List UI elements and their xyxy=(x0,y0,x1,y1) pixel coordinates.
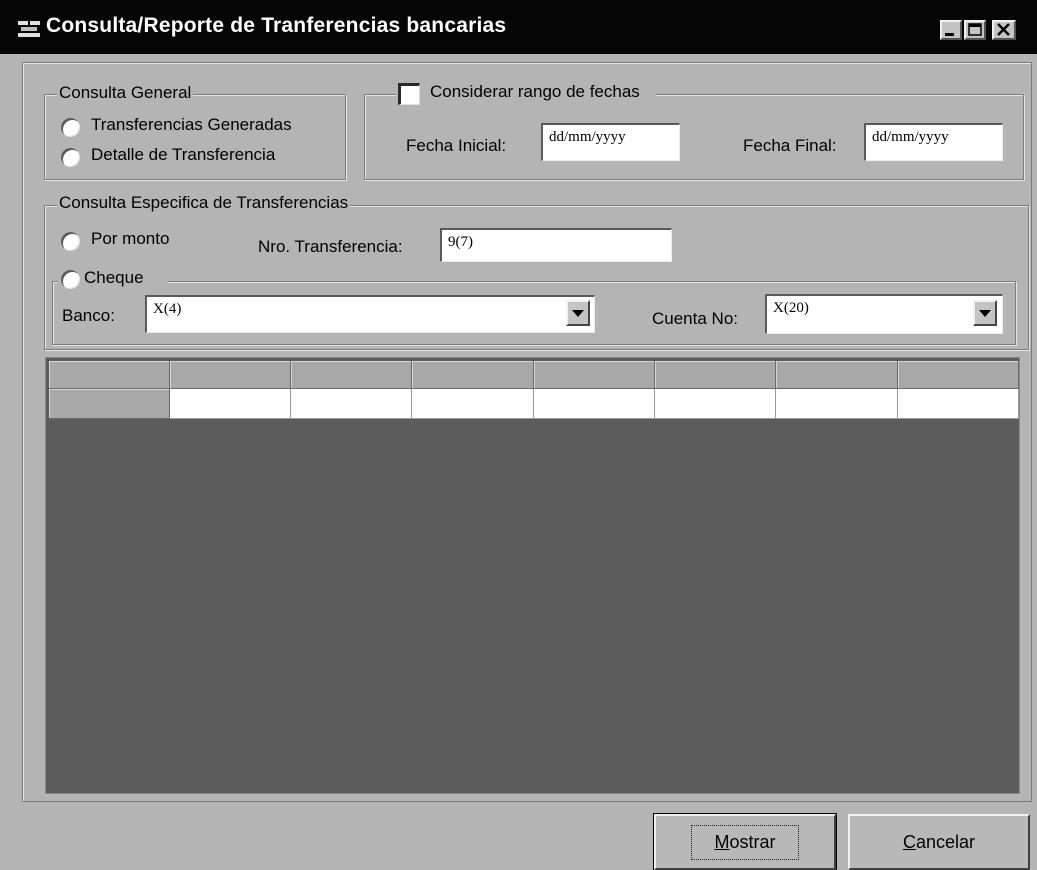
account-dropdown-button[interactable] xyxy=(973,300,997,326)
grid-column-header[interactable] xyxy=(776,361,898,389)
transfer-number-input[interactable]: 9(7) xyxy=(440,228,672,262)
grid-column-header[interactable] xyxy=(170,361,291,389)
maximize-icon xyxy=(968,23,982,36)
bank-combo-value: X(4) xyxy=(153,301,182,317)
close-button[interactable] xyxy=(992,20,1016,40)
grid-column-header[interactable] xyxy=(655,361,776,389)
grid-cell[interactable] xyxy=(898,389,1019,419)
show-button[interactable]: Mostrar xyxy=(653,813,837,870)
account-label: Cuenta No: xyxy=(652,309,738,328)
minimize-button[interactable] xyxy=(940,20,962,40)
general-query-group xyxy=(44,94,346,180)
general-query-legend: Consulta General xyxy=(57,83,194,103)
grid-column-header[interactable] xyxy=(291,361,412,389)
end-date-label: Fecha Final: xyxy=(743,136,837,155)
radio-transferencias-generadas[interactable] xyxy=(61,118,80,137)
grid-data-row[interactable] xyxy=(49,389,1019,419)
cancel-button-label: Cancelar xyxy=(902,831,976,852)
chevron-down-icon xyxy=(979,310,991,317)
bank-combo[interactable]: X(4) xyxy=(145,295,595,333)
specific-query-legend: Consulta Especifica de Transferencias xyxy=(57,193,351,213)
app-icon xyxy=(18,21,40,37)
grid-cell[interactable] xyxy=(655,389,776,419)
cancel-button[interactable]: Cancelar xyxy=(848,814,1030,870)
grid-cell[interactable] xyxy=(534,389,655,419)
grid-cell[interactable] xyxy=(776,389,898,419)
maximize-button[interactable] xyxy=(964,20,986,40)
radio-por-monto[interactable] xyxy=(61,232,80,251)
close-icon xyxy=(997,23,1010,36)
grid-row-header[interactable] xyxy=(49,389,170,419)
account-combo-value: X(20) xyxy=(773,300,809,316)
grid-cell[interactable] xyxy=(170,389,291,419)
grid-cell[interactable] xyxy=(291,389,412,419)
date-range-checkbox[interactable] xyxy=(398,83,420,105)
radio-detalle-transferencia[interactable] xyxy=(61,148,80,167)
end-date-input[interactable]: dd/mm/yyyy xyxy=(864,123,1003,161)
start-date-label: Fecha Inicial: xyxy=(406,136,507,155)
account-combo[interactable]: X(20) xyxy=(765,294,1003,334)
radio-label-cheque: Cheque xyxy=(84,268,144,287)
radio-label-transferencias-generadas: Transferencias Generadas xyxy=(91,115,292,134)
grid-column-header[interactable] xyxy=(412,361,534,389)
start-date-input[interactable]: dd/mm/yyyy xyxy=(541,123,680,161)
bank-label: Banco: xyxy=(62,306,115,325)
chevron-down-icon xyxy=(572,310,584,317)
grid-header-row xyxy=(49,361,1019,389)
results-grid[interactable] xyxy=(45,357,1020,794)
window-title: Consulta/Reporte de Tranferencias bancar… xyxy=(46,14,507,37)
radio-label-detalle-transferencia: Detalle de Transferencia xyxy=(91,145,276,164)
radio-label-por-monto: Por monto xyxy=(91,229,170,248)
radio-cheque[interactable] xyxy=(61,270,80,289)
grid-column-header[interactable] xyxy=(534,361,655,389)
title-bar[interactable]: Consulta/Reporte de Tranferencias bancar… xyxy=(0,0,1037,54)
grid-cell[interactable] xyxy=(412,389,534,419)
bank-dropdown-button[interactable] xyxy=(566,300,590,326)
minimize-icon xyxy=(945,33,954,36)
show-button-label: Mostrar xyxy=(691,824,799,860)
grid-column-header[interactable] xyxy=(898,361,1019,389)
date-range-checkbox-label: Considerar rango de fechas xyxy=(430,82,640,101)
transfer-number-label: Nro. Transferencia: xyxy=(258,237,403,256)
grid-corner-cell xyxy=(49,361,170,389)
